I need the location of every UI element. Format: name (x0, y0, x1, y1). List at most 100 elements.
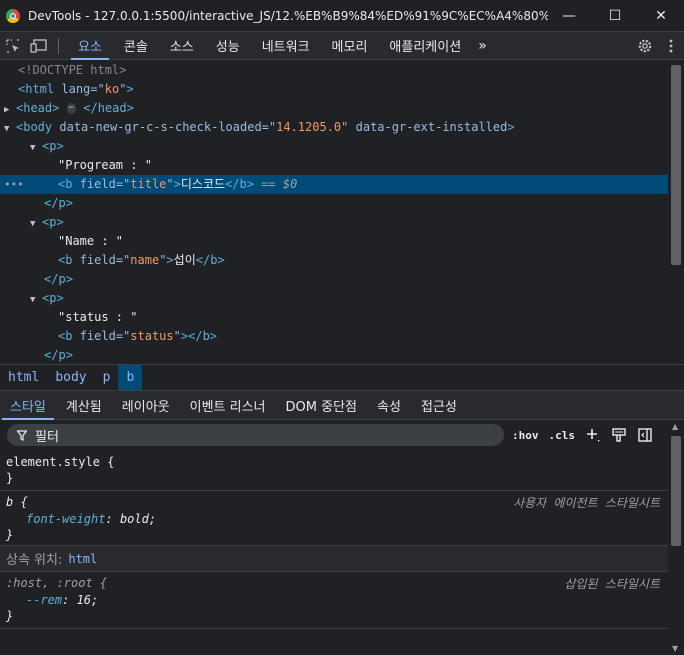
head-tag: head (23, 101, 53, 115)
css-value: bold; (119, 512, 157, 526)
breadcrumb-b[interactable]: b (118, 365, 143, 390)
doctype-text: <!DOCTYPE html> (18, 63, 127, 77)
element-style-selector[interactable]: element.style { (6, 454, 114, 470)
b-tag: b (65, 329, 73, 343)
tab-accessibility[interactable]: 접근성 (411, 391, 467, 420)
dom-node-p-close[interactable]: </p> (0, 346, 668, 364)
tab-properties[interactable]: 속성 (367, 391, 411, 420)
dom-node-p-close[interactable]: </p> (0, 194, 668, 213)
field-value: title (130, 177, 167, 191)
rem-declaration[interactable]: --rem: 16; (26, 592, 98, 608)
hover-state-button[interactable]: :hov (512, 429, 539, 442)
inspect-element-icon[interactable] (0, 32, 26, 60)
body-tag: body (23, 120, 53, 134)
user-agent-b-rule: b { 사용자 에이전트 스타일시트 font-weight: bold; } (0, 491, 668, 546)
body-attr-2: data-gr-ext-installed (355, 120, 508, 134)
dom-node-b[interactable]: <b field="name">섭이</b> (0, 251, 668, 270)
dom-node-p[interactable]: ▼ <p> (0, 289, 668, 308)
more-tabs-button[interactable]: » (472, 38, 493, 54)
settings-gear-icon[interactable] (632, 32, 658, 60)
head-close-tag: head (97, 101, 127, 115)
new-style-rule-icon[interactable] (585, 427, 601, 443)
injected-root-rule: :host, :root { 삽입된 스타일시트 --rem: 16; } (0, 572, 668, 629)
collapsed-content-button[interactable]: ⋯ (66, 103, 77, 114)
window-title-bar: DevTools - 127.0.0.1:5500/interactive_JS… (0, 0, 684, 32)
tab-console[interactable]: 콘솔 (113, 32, 159, 60)
tab-computed[interactable]: 계산됨 (56, 391, 112, 420)
tab-network[interactable]: 네트워크 (251, 32, 321, 60)
styles-filter-row: 필터 :hov .cls (0, 420, 668, 450)
b-tag: b (65, 177, 73, 191)
dom-node-p-close[interactable]: </p> (0, 270, 668, 289)
dom-node-p[interactable]: ▼ <p> (0, 137, 668, 156)
tab-application[interactable]: 애플리케이션 (378, 32, 472, 60)
css-property: font-weight (26, 512, 106, 526)
close-button[interactable]: ✕ (638, 0, 684, 32)
body-attr-1: data-new-gr-c-s-check-loaded (59, 120, 262, 134)
inherited-from-header: 상속 위치: html (0, 546, 668, 572)
window-controls: — ☐ ✕ (546, 0, 684, 32)
styles-scrollbar[interactable]: ▲ ▼ (668, 420, 684, 655)
dom-node-b-selected[interactable]: ••• <b field="title">디스코드</b> == $0 (0, 175, 668, 194)
device-toolbar-icon[interactable] (26, 32, 52, 60)
dom-node-head[interactable]: ▶ <head> ⋯ </head> (0, 99, 668, 118)
toolbar-divider (58, 37, 59, 54)
dom-node-html[interactable]: <html lang="ko"> (0, 80, 668, 99)
filter-input[interactable]: 필터 (7, 424, 504, 446)
dom-node-b[interactable]: <b field="status"></b> (0, 327, 668, 346)
root-rule-selector[interactable]: :host, :root { (6, 575, 107, 591)
html-tag: html (25, 82, 55, 96)
field-attr: field (79, 177, 116, 191)
dom-text-node[interactable]: "status : " (0, 308, 668, 327)
inherited-from-label: 상속 위치: (6, 553, 63, 568)
b-text: 디스코드 (180, 177, 226, 191)
elements-scrollbar[interactable] (668, 61, 684, 364)
field-attr: field (79, 329, 116, 343)
b-rule-selector[interactable]: b { (6, 494, 28, 510)
styles-tab-bar: 스타일 계산됨 레이아웃 이벤트 리스너 DOM 중단점 속성 접근성 (0, 391, 684, 420)
html-lang-value: ko (104, 82, 120, 96)
maximize-button[interactable]: ☐ (592, 0, 638, 32)
toolbar-right-icons (632, 32, 684, 60)
filter-placeholder: 필터 (35, 429, 59, 445)
tab-sources[interactable]: 소스 (159, 32, 205, 60)
tab-layout[interactable]: 레이아웃 (112, 391, 180, 420)
tab-elements[interactable]: 요소 (67, 32, 113, 60)
styles-scrollbar-thumb[interactable] (671, 436, 681, 546)
breadcrumb-body[interactable]: body (47, 365, 94, 390)
scroll-up-arrow-icon[interactable]: ▲ (672, 422, 678, 431)
styles-toolbar: :hov .cls (512, 427, 653, 443)
devtools-tab-bar: 요소 콘솔 소스 성능 네트워크 메모리 애플리케이션 » (0, 32, 684, 60)
injected-stylesheet-label: 삽입된 스타일시트 (564, 577, 660, 591)
b-close-tag: b (239, 177, 247, 191)
dom-node-doctype[interactable]: <!DOCTYPE html> (0, 61, 668, 80)
dom-text-node[interactable]: "Progream : " (0, 156, 668, 175)
rule-close-brace: } (6, 471, 14, 485)
field-attr: field (79, 253, 116, 267)
more-options-icon[interactable] (658, 32, 684, 60)
filter-icon (17, 429, 27, 441)
more-actions-icon[interactable]: ••• (4, 175, 24, 194)
dom-text-node[interactable]: "Name : " (0, 232, 668, 251)
sidebar-toggle-icon[interactable] (637, 427, 653, 443)
b-close-tag: b (202, 329, 210, 343)
breadcrumb-html[interactable]: html (0, 365, 47, 390)
tab-event-listeners[interactable]: 이벤트 리스너 (180, 391, 276, 420)
text-node: "Name : " (58, 234, 124, 248)
minimize-button[interactable]: — (546, 0, 592, 32)
scroll-down-arrow-icon[interactable]: ▼ (672, 644, 678, 653)
elements-scrollbar-thumb[interactable] (671, 65, 681, 265)
dom-node-body[interactable]: ▼ <body data-new-gr-c-s-check-loaded="14.… (0, 118, 668, 137)
b-tag: b (65, 253, 73, 267)
tab-dom-breakpoints[interactable]: DOM 중단점 (276, 391, 367, 420)
tab-styles[interactable]: 스타일 (0, 391, 56, 420)
tab-performance[interactable]: 성능 (205, 32, 251, 60)
tab-memory[interactable]: 메모리 (321, 32, 379, 60)
root-selector-text: :host, :root { (6, 576, 108, 590)
font-weight-declaration[interactable]: font-weight: bold; (26, 511, 156, 527)
class-toggle-button[interactable]: .cls (549, 429, 576, 442)
inherited-from-link[interactable]: html (68, 552, 97, 566)
breadcrumb-p[interactable]: p (95, 365, 119, 390)
dom-node-p[interactable]: ▼ <p> (0, 213, 668, 232)
computed-styles-toggle-icon[interactable] (611, 427, 627, 443)
